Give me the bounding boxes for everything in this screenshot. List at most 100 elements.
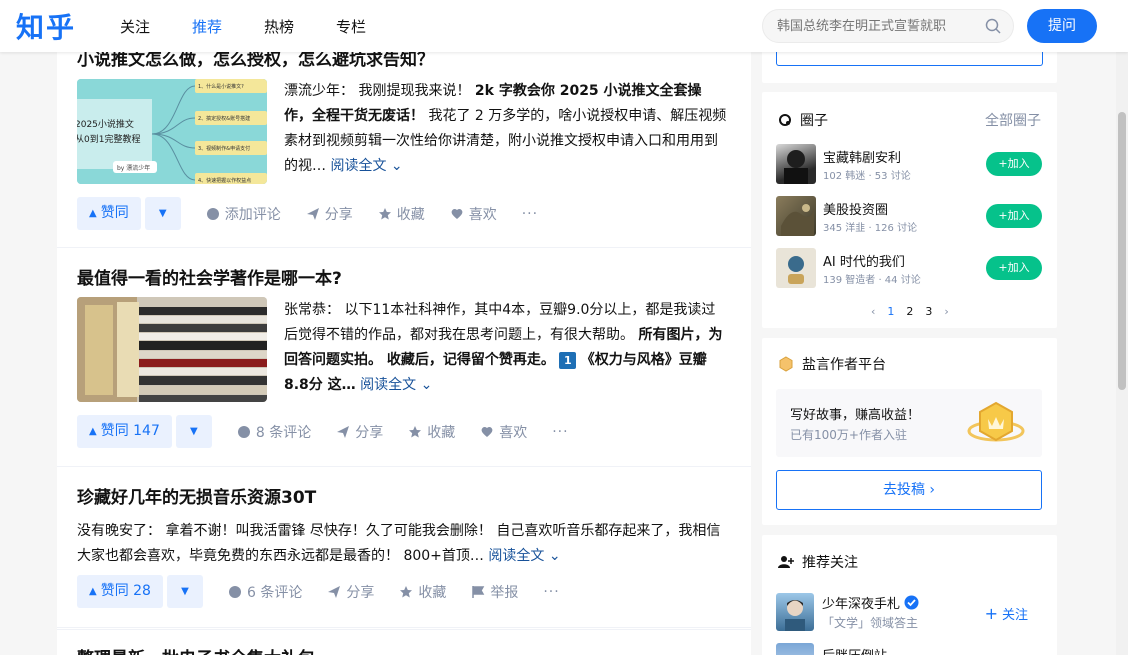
downvote-button[interactable]: ▼	[144, 197, 181, 230]
downvote-button[interactable]: ▼	[175, 415, 212, 448]
feed-card: 最值得一看的社会学著作是哪一本? 张常恭： 以下11本社科神作，其中4本，豆瓣9…	[57, 249, 751, 467]
thumb-text-step3: 3、视频制作&申请支付	[198, 145, 250, 152]
thumb-text-sub: 从0到1完整教程	[77, 133, 140, 145]
page-3[interactable]: 3	[925, 305, 932, 318]
circle-item[interactable]: 美股投资圈 345 洋韭 · 126 讨论 +加入	[776, 196, 1042, 236]
main-nav: 关注 推荐 热榜 专栏	[120, 0, 408, 52]
share-button[interactable]: 分享	[327, 582, 374, 602]
user-name: 后胖压倒站	[822, 645, 887, 655]
circle-meta: 345 洋韭 · 126 讨论	[823, 223, 918, 234]
comment-button[interactable]: 8 条评论	[237, 422, 311, 442]
zhihu-logo[interactable]: 知乎	[16, 6, 76, 46]
scrollbar-thumb[interactable]	[1118, 112, 1126, 390]
promo-headline: 写好故事，赚高收益！	[790, 408, 921, 423]
verified-icon	[904, 595, 919, 610]
card-excerpt[interactable]: 张常恭： 以下11本社科神作，其中4本，豆瓣9.0分以上，都是我读过后觉得不错的…	[284, 298, 729, 398]
nav-hot[interactable]: 热榜	[264, 0, 294, 52]
mindmap-thumbnail: 2025小说推文 从0到1完整教程 by 漂流少年 1、什么是小说推文? 2、搞…	[77, 79, 267, 184]
follow-button[interactable]: + 关注	[985, 604, 1028, 623]
crown-badge-icon	[967, 401, 1025, 442]
join-button[interactable]: +加入	[986, 152, 1042, 176]
circle-name: 宝藏韩剧安利	[823, 151, 902, 166]
recommend-follow-card: 推荐关注 少年深夜手札 「文学」领域答主 +关注 后胖压倒站	[762, 535, 1057, 655]
user-desc: 「文学」领域答主	[822, 616, 919, 630]
downvote-icon: ▼	[181, 586, 189, 597]
author-promo-box[interactable]: 写好故事，赚高收益！ 已有100万+作者入驻	[776, 389, 1042, 457]
star-icon	[409, 425, 422, 437]
card-title[interactable]: 整理最新一批电子书全集大礼包	[77, 646, 315, 655]
search-icon[interactable]	[985, 18, 1001, 34]
card-thumbnail[interactable]: 2025小说推文 从0到1完整教程 by 漂流少年 1、什么是小说推文? 2、搞…	[77, 79, 267, 184]
like-button[interactable]: 喜欢	[480, 422, 527, 442]
page-1[interactable]: 1	[887, 305, 894, 318]
feed-card: 整理最新一批电子书全集大礼包	[57, 629, 751, 655]
downvote-icon: ▼	[158, 208, 167, 219]
like-button[interactable]: 喜欢	[450, 204, 497, 224]
thumb-text-step1: 1、什么是小说推文?	[198, 83, 244, 90]
next-page-icon[interactable]: ›	[944, 305, 948, 318]
card-thumbnail[interactable]	[77, 297, 267, 402]
hexagon-icon	[779, 356, 793, 372]
submit-post-button[interactable]: 去投稿 ›	[776, 470, 1042, 510]
plus-icon: +	[984, 604, 998, 623]
report-button[interactable]: 举报	[471, 582, 518, 602]
upvote-button[interactable]: ▲ 赞同 147	[77, 415, 172, 448]
ask-button[interactable]: 提问	[1027, 9, 1097, 43]
collect-button[interactable]: 收藏	[378, 204, 425, 224]
prev-page-icon[interactable]: ‹	[871, 305, 875, 318]
all-circles-link[interactable]: 全部圈子	[985, 110, 1041, 130]
heart-icon	[451, 208, 463, 219]
excerpt-author: 漂流少年：	[284, 83, 354, 99]
collect-button[interactable]: 收藏	[408, 422, 455, 442]
more-icon[interactable]: ···	[552, 424, 568, 440]
card-title[interactable]: 最值得一看的社会学著作是哪一本?	[77, 266, 342, 292]
nav-recommend[interactable]: 推荐	[192, 0, 222, 52]
read-more-link[interactable]: 阅读全文 ⌄	[488, 548, 560, 564]
circle-name: 美股投资圈	[823, 203, 889, 218]
chevron-down-icon: ⌄	[420, 377, 433, 393]
card-excerpt[interactable]: 漂流少年： 我刚提现我来说！ 2k 字教会你 2025 小说推文全套操作，全程干…	[284, 79, 729, 179]
chevron-down-icon: ⌄	[548, 548, 561, 564]
comment-button[interactable]: 6 条评论	[228, 582, 302, 602]
join-button[interactable]: +加入	[986, 204, 1042, 228]
circle-icon	[779, 114, 791, 126]
collect-button[interactable]: 收藏	[399, 582, 446, 602]
nav-follow[interactable]: 关注	[120, 0, 150, 52]
excerpt-text: 我刚提现我来说！	[354, 83, 471, 99]
recommend-user[interactable]: 后胖压倒站	[776, 643, 1042, 655]
card-actions: ▲ 赞同 147 ▼ 8 条评论 分享 收藏 喜欢 ···	[77, 415, 569, 448]
excerpt-author: 张常恭：	[284, 302, 340, 318]
recommend-user[interactable]: 少年深夜手札 「文学」领域答主 + 关注	[776, 593, 1042, 633]
nav-column[interactable]: 专栏	[336, 0, 366, 52]
share-button[interactable]: 分享	[306, 204, 353, 224]
downvote-button[interactable]: ▼	[166, 575, 203, 608]
card-excerpt[interactable]: 没有晚安了： 拿着不谢！叫我活雷锋 尽快存！久了可能我会删除！ 自己喜欢听音乐都…	[77, 519, 727, 569]
card-actions: ▲ 赞同 28 ▼ 6 条评论 分享 收藏 举报 ···	[77, 575, 560, 608]
read-more-link[interactable]: 阅读全文 ⌄	[360, 377, 432, 393]
read-more-link[interactable]: 阅读全文 ⌄	[330, 158, 402, 174]
circle-item[interactable]: AI 时代的我们 139 智造者 · 44 讨论 +加入	[776, 248, 1042, 288]
excerpt-text: 没有晚安了： 拿着不谢！叫我活雷锋 尽快存！久了可能我会删除！ 自己喜欢听音乐都…	[77, 523, 721, 564]
circles-pagination: ‹ 1 2 3 ›	[865, 305, 955, 318]
circle-item[interactable]: 宝藏韩剧安利 102 韩迷 · 53 讨论 +加入	[776, 144, 1042, 184]
top-header: 知乎 关注 推荐 热榜 专栏 提问	[0, 0, 1128, 52]
thumb-text-title: 2025小说推文	[77, 118, 134, 130]
search-input[interactable]	[777, 10, 977, 42]
page-2[interactable]: 2	[906, 305, 913, 318]
join-button[interactable]: +加入	[986, 256, 1042, 280]
card-title[interactable]: 珍藏好几年的无损音乐资源30T	[77, 485, 316, 511]
more-icon[interactable]: ···	[543, 584, 559, 600]
circle-meta: 139 智造者 · 44 讨论	[823, 275, 921, 286]
thumb-text-step4: 4、快速把握以作权益点	[198, 177, 251, 184]
user-avatar	[776, 643, 814, 655]
upvote-button[interactable]: ▲ 赞同 28	[77, 575, 163, 608]
upvote-button[interactable]: ▲ 赞同	[77, 197, 141, 230]
circles-header: 圈子	[778, 110, 828, 130]
comment-button[interactable]: 添加评论	[206, 204, 281, 224]
share-icon	[306, 207, 319, 220]
feed-card: 小说推文怎么做，怎么授权，怎么避坑求告知？ 2025小说推文 从0到1完整教程 …	[57, 42, 751, 248]
page-scrollbar[interactable]	[1116, 0, 1128, 655]
card-actions: ▲ 赞同 ▼ 添加评论 分享 收藏 喜欢 ···	[77, 197, 538, 230]
more-icon[interactable]: ···	[522, 206, 538, 222]
share-button[interactable]: 分享	[336, 422, 383, 442]
